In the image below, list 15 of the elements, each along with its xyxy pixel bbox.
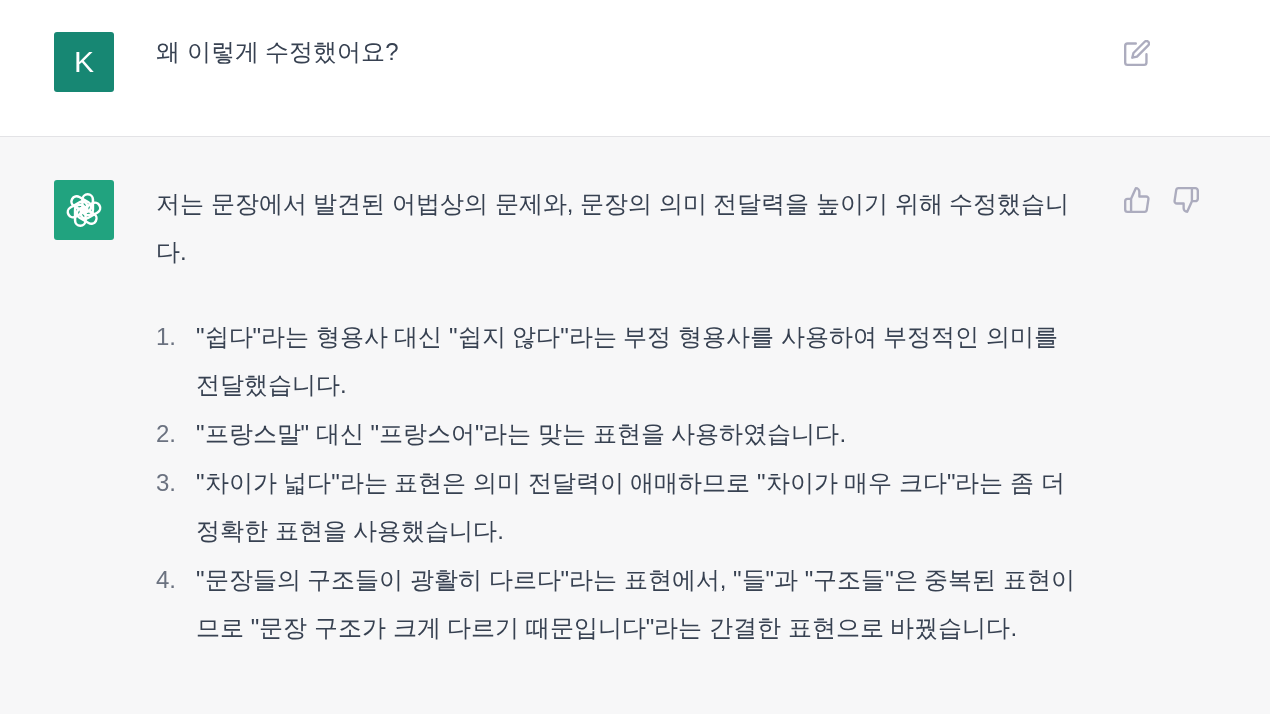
edit-icon[interactable]	[1124, 40, 1150, 66]
list-number: 2.	[156, 419, 177, 449]
list-item-text: "문장들의 구조들이 광활히 다르다"라는 표현에서, "들"과 "구조들"은 중복된 표현이므로 "문장 구조가 크게 다르기 때문입니다"라는 간결한 표현으로 바꿨습니다.	[196, 565, 1077, 643]
message-text: 왜 이렇게 수정했어요?	[156, 37, 400, 67]
list-item-text: "프랑스말" 대신 "프랑스어"라는 맞는 표현을 사용하였습니다.	[196, 419, 848, 449]
knot-logo-icon	[54, 180, 114, 240]
message-text: 저는 문장에서 발견된 어법상의 문제와, 문장의 의미 전달력을 높이기 위해 수정했습니다.	[156, 189, 1071, 267]
list-item-text: "쉽다"라는 형용사 대신 "쉽지 않다"라는 부정 형용사를 사용하여 부정적인 의미를 전달했습니다.	[196, 322, 1060, 400]
list-number: 1.	[156, 322, 177, 352]
thumbs-down-icon[interactable]	[1173, 187, 1199, 213]
list-item-text: "차이가 넓다"라는 표현은 의미 전달력이 애매하므로 "차이가 매우 크다"라는 좀 더 정확한 표현을 사용했습니다.	[196, 468, 1066, 546]
list-number: 3.	[156, 468, 177, 498]
list-number: 4.	[156, 565, 177, 595]
thumbs-up-icon[interactable]	[1124, 187, 1150, 213]
user-avatar: K	[54, 32, 114, 92]
